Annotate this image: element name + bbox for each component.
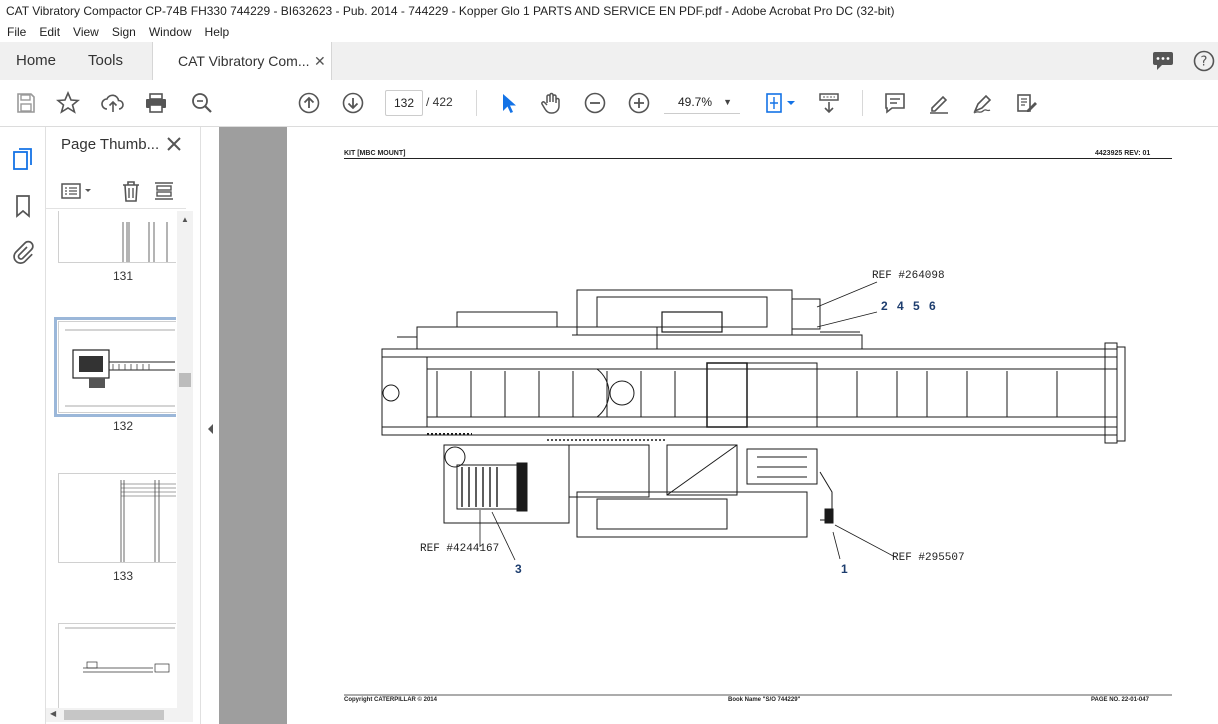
close-icon[interactable] — [163, 133, 185, 155]
previous-page-icon[interactable] — [295, 89, 323, 117]
comment-bubble-icon[interactable] — [1152, 51, 1174, 71]
menu-help[interactable]: Help — [198, 22, 236, 42]
thumbnail-label: 132 — [112, 419, 134, 433]
window-title: CAT Vibratory Compactor CP-74B FH330 744… — [6, 4, 895, 18]
thumbnail-panel-title: Page Thumb... — [61, 136, 160, 153]
zoom-search-icon[interactable] — [188, 89, 216, 117]
highlight-pen-icon[interactable] — [925, 89, 953, 117]
attachment-paperclip-icon[interactable] — [9, 238, 37, 266]
thumbnail-list: 131 132 133 — [46, 211, 176, 708]
panel-collapse-handle[interactable] — [200, 127, 220, 724]
sign-pen-icon[interactable] — [969, 89, 997, 117]
print-icon[interactable] — [142, 89, 170, 117]
page-thumbnails-icon[interactable] — [9, 145, 37, 173]
scroll-mode-icon[interactable] — [815, 89, 843, 117]
fit-page-icon[interactable] — [760, 89, 800, 117]
tab-document-label: CAT Vibratory Com... — [178, 53, 310, 69]
menu-window[interactable]: Window — [142, 22, 198, 42]
document-canvas[interactable]: KIT [MBC MOUNT] 4423925 REV: 01 REF #264… — [219, 127, 1218, 724]
main-toolbar: 132 / 422 49.7% ▼ — [0, 80, 1218, 127]
svg-text:?: ? — [1201, 55, 1208, 70]
tab-close-icon[interactable]: ✕ — [314, 42, 326, 80]
thumbnail-page-134[interactable] — [58, 623, 176, 708]
upload-cloud-icon[interactable] — [99, 89, 127, 117]
tab-document[interactable]: CAT Vibratory Com... ✕ — [152, 42, 332, 81]
zoom-level-dropdown[interactable]: 49.7% ▼ — [664, 90, 740, 114]
title-bar: CAT Vibratory Compactor CP-74B FH330 744… — [0, 0, 1218, 22]
reference-callout: REF #264098 — [872, 270, 945, 282]
menu-file[interactable]: File — [0, 22, 32, 42]
select-cursor-icon[interactable] — [494, 89, 522, 117]
reference-callout: REF #295507 — [892, 552, 965, 564]
edit-document-icon[interactable] — [1013, 89, 1041, 117]
scroll-left-arrow-icon[interactable]: ◀ — [50, 709, 56, 718]
help-icon[interactable]: ? — [1193, 50, 1215, 72]
extract-pages-icon[interactable] — [152, 179, 176, 203]
thumbnail-page-133[interactable] — [58, 473, 176, 563]
page-footer-page-number: PAGE NO. 22-01-047 — [1091, 697, 1149, 703]
chevron-down-icon: ▼ — [723, 97, 732, 107]
tab-tools[interactable]: Tools — [88, 42, 123, 80]
toolbar-divider — [476, 90, 477, 116]
tab-bar: Home Tools CAT Vibratory Com... ✕ ? — [0, 42, 1218, 81]
collapse-left-arrow-icon — [208, 424, 213, 434]
menu-bar: File Edit View Sign Window Help — [0, 22, 1218, 42]
menu-edit[interactable]: Edit — [32, 22, 66, 42]
parts-drawing — [344, 281, 1172, 696]
zoom-in-icon[interactable] — [625, 89, 653, 117]
star-bookmark-icon[interactable] — [54, 89, 82, 117]
save-icon[interactable] — [12, 89, 40, 117]
pdf-page: KIT [MBC MOUNT] 4423925 REV: 01 REF #264… — [287, 127, 1218, 724]
menu-view[interactable]: View — [66, 22, 105, 42]
thumbnail-scrollbar[interactable]: ▲ — [177, 211, 193, 722]
scroll-up-arrow-icon[interactable]: ▲ — [181, 215, 189, 224]
toolbar-divider — [862, 90, 863, 116]
zoom-level-value: 49.7% — [678, 95, 713, 109]
thumbnail-options-icon[interactable] — [60, 180, 96, 202]
trash-icon[interactable] — [119, 179, 143, 203]
page-number-input[interactable]: 132 — [385, 90, 423, 116]
item-number-callout: 3 — [515, 562, 522, 576]
thumbnail-toolbar — [46, 172, 186, 209]
hand-tool-icon[interactable] — [537, 89, 565, 117]
thumbnail-label: 133 — [112, 569, 134, 583]
next-page-icon[interactable] — [339, 89, 367, 117]
page-footer-book-name: Book Name "S/O 744229" — [728, 697, 801, 703]
menu-sign[interactable]: Sign — [105, 22, 142, 42]
zoom-out-icon[interactable] — [581, 89, 609, 117]
thumbnail-page-131[interactable] — [58, 211, 176, 263]
page-footer-copyright: Copyright CATERPILLAR © 2014 — [344, 697, 437, 703]
left-rail — [0, 127, 46, 724]
hscrollbar-thumb[interactable] — [64, 710, 164, 720]
thumbnail-horizontal-scrollbar[interactable]: ◀ — [46, 708, 177, 722]
thumbnail-label: 131 — [112, 269, 134, 283]
scrollbar-thumb[interactable] — [179, 373, 191, 387]
page-total: / 422 — [426, 95, 453, 109]
item-number-callout: 1 — [841, 562, 848, 576]
comment-icon[interactable] — [881, 89, 909, 117]
thumbnail-page-132[interactable] — [54, 317, 176, 417]
tab-home[interactable]: Home — [16, 42, 56, 80]
bookmark-icon[interactable] — [9, 192, 37, 220]
item-number-callout: 2 4 5 6 — [881, 299, 936, 313]
reference-callout: REF #4244167 — [420, 543, 500, 555]
thumbnail-panel: Page Thumb... 131 132 133 ▲ ◀ — [46, 127, 199, 724]
